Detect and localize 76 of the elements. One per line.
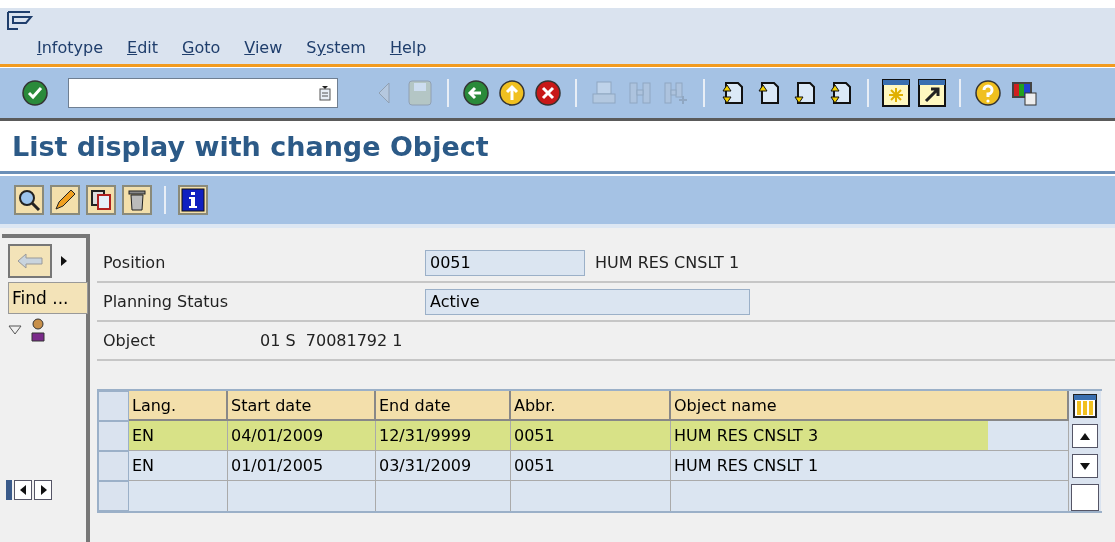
column-header[interactable]: Lang.	[129, 391, 228, 421]
pencil-icon	[53, 188, 77, 212]
menu-item[interactable]: Infotype	[37, 38, 104, 57]
column-header[interactable]: End date	[376, 391, 511, 421]
toolbar-button[interactable]	[461, 78, 491, 108]
copy-icon	[89, 188, 113, 212]
column-header[interactable]: Abbr.	[511, 391, 671, 421]
magnifier-icon	[17, 188, 41, 212]
field-label: Object	[102, 331, 157, 350]
toolbar-button[interactable]	[497, 78, 527, 108]
down-arrow-icon	[1080, 462, 1090, 470]
column-header[interactable]: Object name	[671, 391, 1069, 421]
status-field[interactable]: Active	[425, 288, 750, 315]
toolbar-button[interactable]	[881, 78, 911, 108]
menu-item[interactable]: Goto	[182, 38, 221, 57]
toolbar-button[interactable]	[20, 78, 50, 108]
back-button[interactable]	[8, 244, 52, 278]
table-cell: 03/31/2009	[376, 451, 511, 481]
column-settings-icon[interactable]	[1073, 394, 1097, 418]
column-header[interactable]: Start date	[228, 391, 376, 421]
table-cell: 0051	[511, 421, 671, 451]
toolbar-button[interactable]	[122, 185, 152, 215]
menu-item[interactable]: View	[244, 38, 283, 57]
scroll-right-button[interactable]	[34, 480, 52, 500]
scroll-down-button[interactable]	[1072, 454, 1098, 478]
field-label: Position	[102, 253, 167, 272]
info-icon	[181, 188, 205, 212]
dropdown-triangle-icon[interactable]	[8, 325, 22, 335]
dropdown-icon[interactable]	[319, 85, 331, 101]
toolbar-button[interactable]	[178, 185, 208, 215]
left-triangle-icon	[377, 81, 391, 105]
table-cell: EN	[129, 421, 228, 451]
menu-item[interactable]: Edit	[127, 38, 158, 57]
binoculars-plus-icon	[663, 80, 689, 106]
monitor-icon	[1010, 79, 1038, 107]
binoculars-icon	[627, 80, 653, 106]
toolbar-button[interactable]	[50, 185, 80, 215]
expand-triangle-icon[interactable]	[60, 255, 68, 267]
menu-item[interactable]: System	[306, 38, 366, 57]
checkmark-icon	[21, 79, 49, 107]
table-cell: 04/01/2009	[228, 421, 376, 451]
table-cell: HUM RES CNSLT 3	[671, 421, 1069, 451]
find-button[interactable]: Find ...	[8, 282, 88, 314]
scroll-up-button[interactable]	[1072, 424, 1098, 448]
new-window-icon	[882, 79, 910, 107]
table-cell: HUM RES CNSLT 1	[671, 451, 1069, 481]
position-field[interactable]: 0051	[425, 249, 585, 276]
toolbar-button[interactable]	[533, 78, 563, 108]
toolbar-button[interactable]	[14, 185, 44, 215]
right-arrow-icon	[39, 485, 47, 495]
table-cell: 01/01/2005	[228, 451, 376, 481]
position-text: HUM RES CNSLT 1	[595, 253, 740, 272]
table-cell: 12/31/9999	[376, 421, 511, 451]
toolbar-button[interactable]	[917, 78, 947, 108]
field-label: Planning Status	[102, 292, 229, 311]
toolbar-button[interactable]	[86, 185, 116, 215]
table-cell: 0051	[511, 451, 671, 481]
table-cell: EN	[129, 451, 228, 481]
person-icon	[30, 318, 46, 342]
shortcut-window-icon	[918, 79, 946, 107]
left-arrow-icon	[19, 485, 27, 495]
cancel-icon	[534, 79, 562, 107]
command-field[interactable]	[68, 78, 338, 108]
trash-icon	[125, 188, 149, 212]
menu-icon[interactable]	[6, 10, 34, 32]
up-arrow-icon	[1080, 432, 1090, 440]
print-icon	[591, 80, 617, 106]
toolbar-button[interactable]	[973, 78, 1003, 108]
object-id: 01 S 70081792 1	[260, 331, 403, 350]
scroll-left-button[interactable]	[14, 480, 32, 500]
help-icon	[974, 79, 1002, 107]
back-arrow-icon	[16, 252, 44, 270]
select-all-cell[interactable]	[99, 391, 129, 421]
scroll-thumb[interactable]	[1071, 484, 1099, 511]
menu-item[interactable]: Help	[389, 38, 427, 57]
save-icon	[408, 80, 432, 106]
